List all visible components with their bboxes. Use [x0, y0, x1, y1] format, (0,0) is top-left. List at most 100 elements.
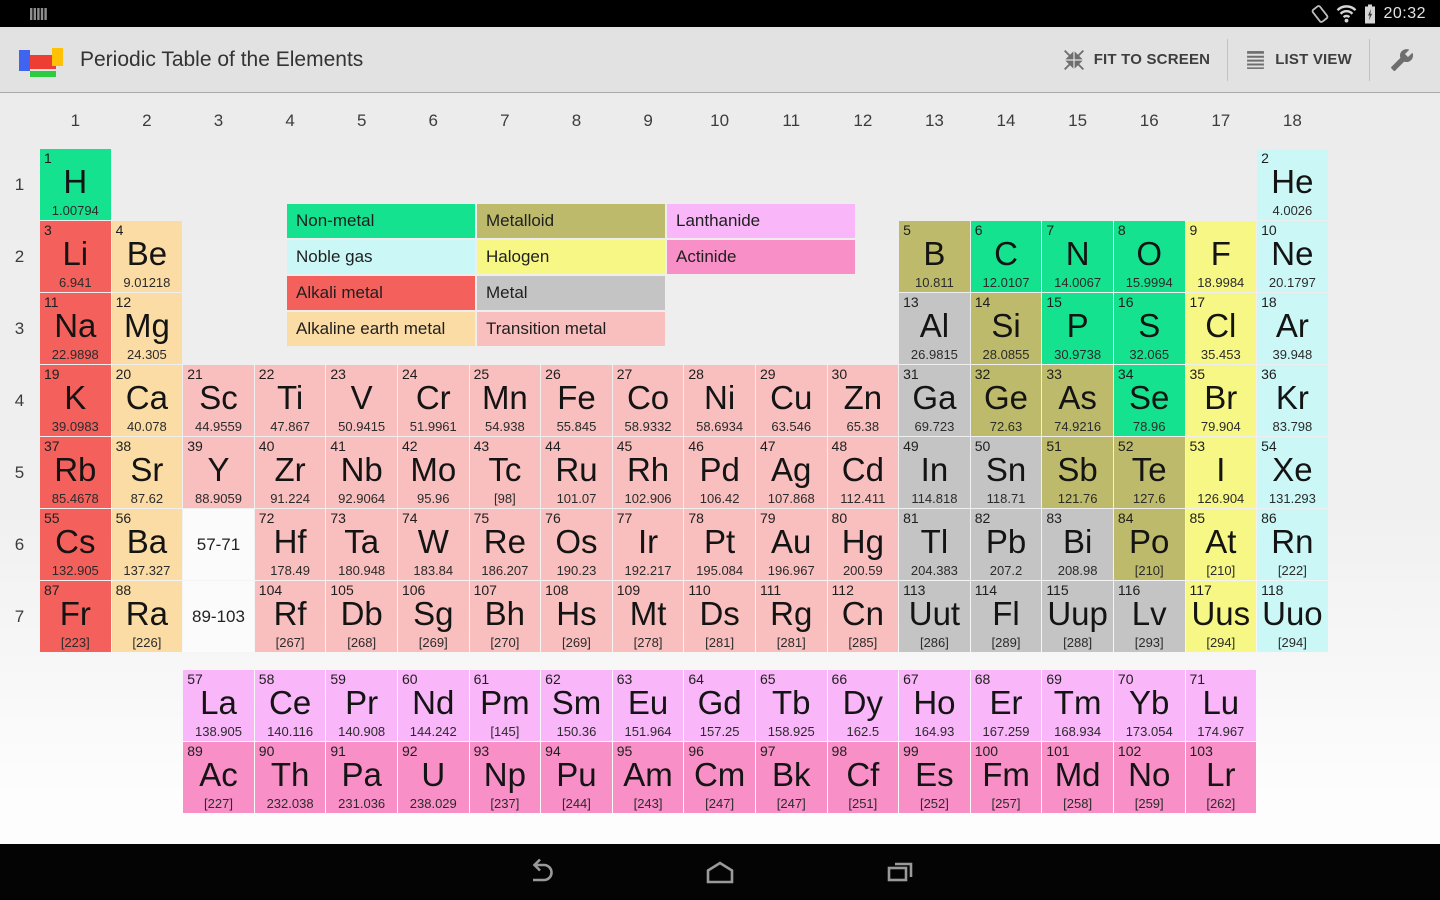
element-cell-K[interactable]: 19K39.0983 — [40, 365, 111, 436]
element-cell-Tc[interactable]: 43Tc[98] — [470, 437, 541, 508]
element-cell-Se[interactable]: 34Se78.96 — [1114, 365, 1185, 436]
element-cell-Ru[interactable]: 44Ru101.07 — [541, 437, 612, 508]
legend-lanthanide[interactable]: Lanthanide — [667, 204, 855, 238]
element-cell-Gd[interactable]: 64Gd157.25 — [684, 670, 755, 741]
element-cell-Er[interactable]: 68Er167.259 — [971, 670, 1042, 741]
element-cell-P[interactable]: 15P30.9738 — [1042, 293, 1113, 364]
element-cell-Ra[interactable]: 88Ra[226] — [112, 581, 183, 652]
element-cell-La[interactable]: 57La138.905 — [183, 670, 254, 741]
element-cell-Ge[interactable]: 32Ge72.63 — [971, 365, 1042, 436]
placeholder-89-103[interactable]: 89-103 — [183, 581, 254, 652]
element-cell-Mo[interactable]: 42Mo95.96 — [398, 437, 469, 508]
element-cell-Am[interactable]: 95Am[243] — [613, 742, 684, 813]
element-cell-Rg[interactable]: 111Rg[281] — [756, 581, 827, 652]
element-cell-At[interactable]: 85At[210] — [1186, 509, 1257, 580]
legend-metalloid[interactable]: Metalloid — [477, 204, 665, 238]
element-cell-B[interactable]: 5B10.811 — [899, 221, 970, 292]
element-cell-Pb[interactable]: 82Pb207.2 — [971, 509, 1042, 580]
element-cell-Sc[interactable]: 21Sc44.9559 — [183, 365, 254, 436]
element-cell-Pd[interactable]: 46Pd106.42 — [684, 437, 755, 508]
element-cell-Po[interactable]: 84Po[210] — [1114, 509, 1185, 580]
legend-noble-gas[interactable]: Noble gas — [287, 240, 475, 274]
element-cell-Lu[interactable]: 71Lu174.967 — [1186, 670, 1257, 741]
element-cell-Sg[interactable]: 106Sg[269] — [398, 581, 469, 652]
element-cell-O[interactable]: 8O15.9994 — [1114, 221, 1185, 292]
element-cell-Ni[interactable]: 28Ni58.6934 — [684, 365, 755, 436]
placeholder-57-71[interactable]: 57-71 — [183, 509, 254, 580]
back-button[interactable] — [505, 844, 575, 899]
element-cell-Cf[interactable]: 98Cf[251] — [828, 742, 899, 813]
element-cell-Hf[interactable]: 72Hf178.49 — [255, 509, 326, 580]
element-cell-Sb[interactable]: 51Sb121.76 — [1042, 437, 1113, 508]
legend-alkaline-earth-metal[interactable]: Alkaline earth metal — [287, 312, 475, 346]
element-cell-Na[interactable]: 11Na22.9898 — [40, 293, 111, 364]
element-cell-Sr[interactable]: 38Sr87.62 — [112, 437, 183, 508]
element-cell-Hg[interactable]: 80Hg200.59 — [828, 509, 899, 580]
legend-halogen[interactable]: Halogen — [477, 240, 665, 274]
element-cell-Te[interactable]: 52Te127.6 — [1114, 437, 1185, 508]
element-cell-Cl[interactable]: 17Cl35.453 — [1186, 293, 1257, 364]
element-cell-Cr[interactable]: 24Cr51.9961 — [398, 365, 469, 436]
element-cell-Es[interactable]: 99Es[252] — [899, 742, 970, 813]
element-cell-Lr[interactable]: 103Lr[262] — [1186, 742, 1257, 813]
element-cell-Co[interactable]: 27Co58.9332 — [613, 365, 684, 436]
element-cell-Fr[interactable]: 87Fr[223] — [40, 581, 111, 652]
home-button[interactable] — [685, 844, 755, 899]
element-cell-Pr[interactable]: 59Pr140.908 — [326, 670, 397, 741]
element-cell-Br[interactable]: 35Br79.904 — [1186, 365, 1257, 436]
element-cell-Pu[interactable]: 94Pu[244] — [541, 742, 612, 813]
element-cell-Yb[interactable]: 70Yb173.054 — [1114, 670, 1185, 741]
element-cell-Cd[interactable]: 48Cd112.411 — [828, 437, 899, 508]
element-cell-S[interactable]: 16S32.065 — [1114, 293, 1185, 364]
element-cell-Ho[interactable]: 67Ho164.93 — [899, 670, 970, 741]
list-view-button[interactable]: LIST VIEW — [1228, 27, 1369, 92]
element-cell-Ag[interactable]: 47Ag107.868 — [756, 437, 827, 508]
element-cell-Cn[interactable]: 112Cn[285] — [828, 581, 899, 652]
element-cell-Uup[interactable]: 115Uup[288] — [1042, 581, 1113, 652]
element-cell-Nd[interactable]: 60Nd144.242 — [398, 670, 469, 741]
element-cell-V[interactable]: 23V50.9415 — [326, 365, 397, 436]
element-cell-Cm[interactable]: 96Cm[247] — [684, 742, 755, 813]
element-cell-Th[interactable]: 90Th232.038 — [255, 742, 326, 813]
element-cell-Zn[interactable]: 30Zn65.38 — [828, 365, 899, 436]
element-cell-Ba[interactable]: 56Ba137.327 — [112, 509, 183, 580]
element-cell-Hs[interactable]: 108Hs[269] — [541, 581, 612, 652]
element-cell-In[interactable]: 49In114.818 — [899, 437, 970, 508]
element-cell-He[interactable]: 2He4.0026 — [1257, 149, 1328, 220]
element-cell-Uuo[interactable]: 118Uuo[294] — [1257, 581, 1328, 652]
element-cell-Cs[interactable]: 55Cs132.905 — [40, 509, 111, 580]
legend-non-metal[interactable]: Non-metal — [287, 204, 475, 238]
recents-button[interactable] — [865, 844, 935, 899]
element-cell-Db[interactable]: 105Db[268] — [326, 581, 397, 652]
element-cell-C[interactable]: 6C12.0107 — [971, 221, 1042, 292]
element-cell-Li[interactable]: 3Li6.941 — [40, 221, 111, 292]
element-cell-Tb[interactable]: 65Tb158.925 — [756, 670, 827, 741]
element-cell-Cu[interactable]: 29Cu63.546 — [756, 365, 827, 436]
element-cell-Rf[interactable]: 104Rf[267] — [255, 581, 326, 652]
element-cell-As[interactable]: 33As74.9216 — [1042, 365, 1113, 436]
element-cell-Sm[interactable]: 62Sm150.36 — [541, 670, 612, 741]
element-cell-Mg[interactable]: 12Mg24.305 — [112, 293, 183, 364]
element-cell-Mt[interactable]: 109Mt[278] — [613, 581, 684, 652]
element-cell-Bh[interactable]: 107Bh[270] — [470, 581, 541, 652]
element-cell-Rb[interactable]: 37Rb85.4678 — [40, 437, 111, 508]
element-cell-Fl[interactable]: 114Fl[289] — [971, 581, 1042, 652]
element-cell-Ds[interactable]: 110Ds[281] — [684, 581, 755, 652]
element-cell-Ir[interactable]: 77Ir192.217 — [613, 509, 684, 580]
element-cell-Ga[interactable]: 31Ga69.723 — [899, 365, 970, 436]
settings-button[interactable] — [1370, 27, 1440, 92]
element-cell-Dy[interactable]: 66Dy162.5 — [828, 670, 899, 741]
element-cell-Ar[interactable]: 18Ar39.948 — [1257, 293, 1328, 364]
element-cell-W[interactable]: 74W183.84 — [398, 509, 469, 580]
element-cell-Bi[interactable]: 83Bi208.98 — [1042, 509, 1113, 580]
element-cell-Lv[interactable]: 116Lv[293] — [1114, 581, 1185, 652]
element-cell-Ti[interactable]: 22Ti47.867 — [255, 365, 326, 436]
legend-alkali-metal[interactable]: Alkali metal — [287, 276, 475, 310]
element-cell-Be[interactable]: 4Be9.01218 — [112, 221, 183, 292]
element-cell-Ca[interactable]: 20Ca40.078 — [112, 365, 183, 436]
element-cell-Fm[interactable]: 100Fm[257] — [971, 742, 1042, 813]
fit-to-screen-button[interactable]: FIT TO SCREEN — [1046, 27, 1228, 92]
element-cell-Kr[interactable]: 36Kr83.798 — [1257, 365, 1328, 436]
element-cell-I[interactable]: 53I126.904 — [1186, 437, 1257, 508]
element-cell-Ac[interactable]: 89Ac[227] — [183, 742, 254, 813]
